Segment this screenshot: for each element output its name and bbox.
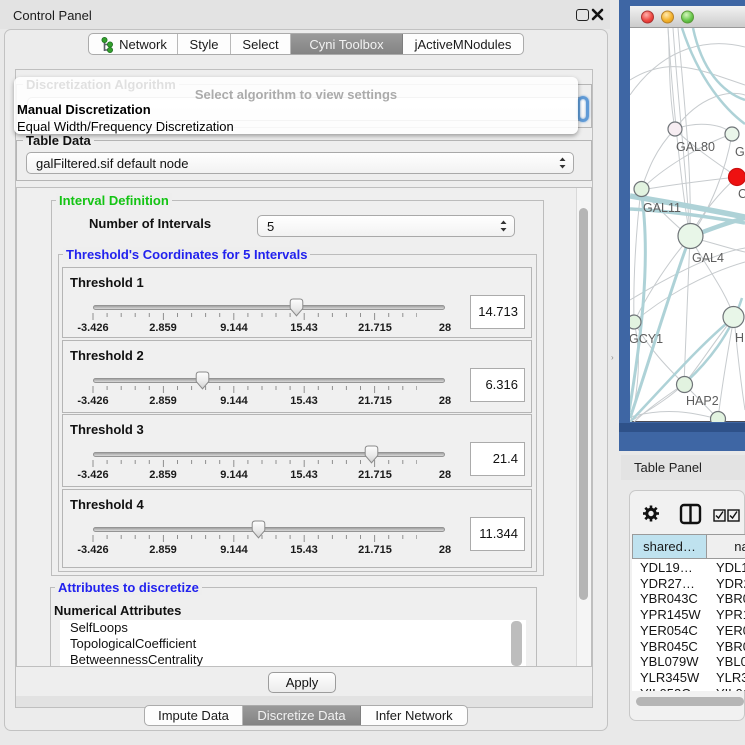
svg-text:GAL4: GAL4 <box>692 251 724 265</box>
svg-text:GAL11: GAL11 <box>643 201 681 215</box>
svg-text:GA: GA <box>735 145 745 159</box>
svg-text:C: C <box>738 187 745 201</box>
svg-text:HAP2: HAP2 <box>686 394 719 408</box>
svg-text:GCY1: GCY1 <box>630 332 663 346</box>
svg-text:H: H <box>735 331 744 345</box>
svg-text:GAL80: GAL80 <box>676 140 715 154</box>
